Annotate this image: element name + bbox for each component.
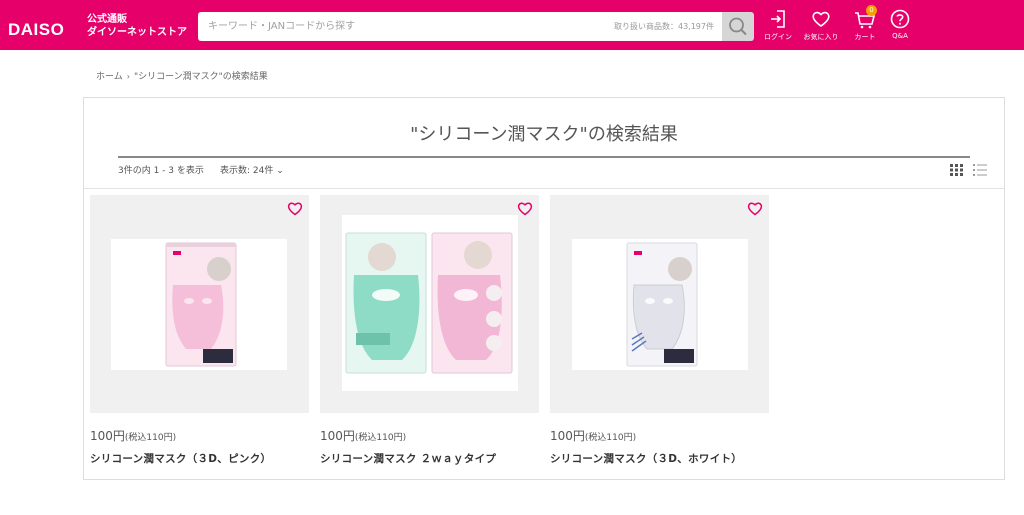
breadcrumb-home[interactable]: ホーム — [96, 72, 123, 82]
cart-count-badge: 0 — [866, 5, 877, 16]
per-page-select[interactable]: 表示数: 24件 ⌄ — [220, 163, 284, 176]
product-photo — [342, 215, 518, 391]
search-box: 取り扱い商品数：43,197件 — [198, 12, 722, 41]
chevron-down-icon: ⌄ — [276, 166, 284, 176]
product-card[interactable]: 100円(税込110円) シリコーン潤マスク（３D、ホワイト） — [550, 195, 769, 466]
list-view-icon[interactable] — [973, 164, 987, 176]
price-tax: (税込110円) — [124, 433, 177, 443]
logo-subtitle-line2: ダイソーネットストア — [87, 27, 187, 38]
price-value: 100円 — [320, 429, 355, 443]
site-header: DAISO 公式通販 ダイソーネットストア 取り扱い商品数：43,197件 ログ… — [0, 0, 1024, 50]
product-price: 100円(税込110円) — [550, 427, 769, 444]
login-icon — [771, 10, 785, 28]
nav-cart[interactable]: 0 カート — [845, 5, 885, 42]
heart-icon — [812, 11, 830, 27]
favorite-heart-icon[interactable] — [287, 201, 303, 216]
favorite-heart-icon[interactable] — [747, 201, 763, 216]
logo-subtitle-line1: 公式通販 — [87, 14, 127, 25]
favorite-heart-icon[interactable] — [517, 201, 533, 216]
logo-subtitle[interactable]: 公式通販 ダイソーネットストア — [87, 13, 187, 39]
product-name[interactable]: シリコーン潤マスク（３D、ホワイト） — [550, 451, 769, 466]
price-tax: (税込110円) — [354, 433, 407, 443]
help-icon — [890, 9, 910, 29]
product-name[interactable]: シリコーン潤マスク（３D、ピンク） — [90, 451, 309, 466]
grid-view-icon[interactable] — [950, 164, 964, 176]
search-icon — [729, 17, 747, 36]
search-button[interactable] — [722, 12, 754, 41]
mask-package-image — [165, 242, 237, 367]
page-title: "シリコーン潤マスク"の検索結果 — [118, 120, 970, 158]
product-image-area[interactable] — [320, 195, 539, 413]
product-count-text: 取り扱い商品数：43,197件 — [614, 22, 714, 31]
breadcrumb-separator: › — [126, 72, 130, 81]
nav-favorites-label: お気に入り — [803, 33, 839, 41]
results-divider — [84, 188, 1004, 189]
mask-package-image — [345, 232, 513, 374]
nav-qa[interactable]: Q&A — [880, 9, 920, 40]
product-image-area[interactable] — [90, 195, 309, 413]
nav-favorites[interactable]: お気に入り — [801, 9, 841, 42]
search-input[interactable] — [198, 12, 588, 41]
nav-qa-label: Q&A — [892, 32, 908, 40]
nav-cart-label: カート — [854, 33, 876, 41]
product-image-area[interactable] — [550, 195, 769, 413]
per-page-label: 表示数: 24件 — [220, 166, 274, 176]
product-price: 100円(税込110円) — [320, 427, 539, 444]
daiso-logo[interactable]: DAISO — [8, 20, 64, 40]
mask-package-image — [626, 242, 698, 367]
search-results-panel: "シリコーン潤マスク"の検索結果 3件の内 1 - 3 を表示 表示数: 24件… — [83, 97, 1005, 480]
price-value: 100円 — [90, 429, 125, 443]
product-photo — [572, 239, 748, 370]
result-count: 3件の内 1 - 3 を表示 — [118, 166, 204, 176]
nav-login[interactable]: ログイン — [758, 9, 798, 42]
breadcrumb-current: "シリコーン潤マスク"の検索結果 — [133, 72, 268, 82]
nav-login-label: ログイン — [764, 33, 792, 41]
price-tax: (税込110円) — [584, 433, 637, 443]
product-card[interactable]: 100円(税込110円) シリコーン潤マスク（３D、ピンク） — [90, 195, 309, 466]
product-card[interactable]: 100円(税込110円) シリコーン潤マスク ２ｗａｙタイプ — [320, 195, 539, 466]
product-photo — [111, 239, 287, 370]
product-price: 100円(税込110円) — [90, 427, 309, 444]
price-value: 100円 — [550, 429, 585, 443]
product-name[interactable]: シリコーン潤マスク ２ｗａｙタイプ — [320, 451, 539, 466]
breadcrumb: ホーム › "シリコーン潤マスク"の検索結果 — [96, 69, 268, 82]
